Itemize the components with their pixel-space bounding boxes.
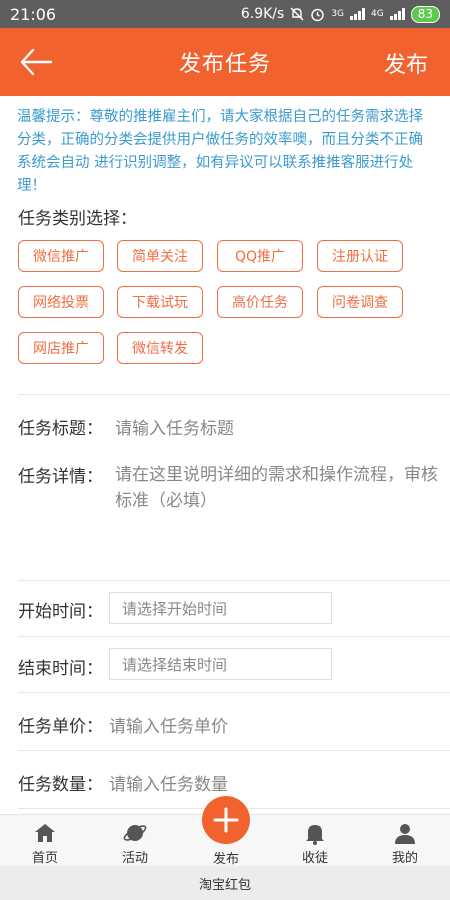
task-count-label: 任务数量： <box>18 775 103 795</box>
tab-home[interactable]: 首页 <box>0 815 90 867</box>
divider <box>18 750 450 751</box>
divider <box>18 692 450 693</box>
divider <box>18 580 450 581</box>
signal-3g-label: 3G <box>331 9 345 19</box>
signal-4g-label: 4G <box>371 9 384 19</box>
divider <box>18 394 450 395</box>
page-title: 发布任务 <box>178 52 271 77</box>
status-indicators: 6.9K/s 3G 4G 83 <box>240 5 440 23</box>
start-time-picker[interactable]: 请选择开始时间 <box>109 592 332 624</box>
publish-button[interactable]: 发布 <box>384 47 428 79</box>
category-chip[interactable]: 微信推广 <box>18 240 104 272</box>
category-label: 任务类别选择： <box>18 209 137 229</box>
category-chip[interactable]: 下载试玩 <box>117 286 203 318</box>
signal-4g-icon <box>389 8 405 20</box>
back-arrow-icon[interactable] <box>18 45 54 79</box>
status-time: 21:06 <box>10 4 57 24</box>
category-chip[interactable]: 注册认证 <box>317 240 403 272</box>
tab-activity-label: 活动 <box>121 851 148 866</box>
tab-mine[interactable]: 我的 <box>360 815 450 867</box>
tab-activity[interactable]: 活动 <box>90 815 180 867</box>
category-chip[interactable]: 网络投票 <box>18 286 104 318</box>
category-chip[interactable]: 简单关注 <box>117 240 203 272</box>
category-chip[interactable]: 问卷调查 <box>317 286 403 318</box>
unit-price-label: 任务单价： <box>18 717 103 737</box>
category-chip[interactable]: QQ推广 <box>217 240 303 272</box>
task-detail-label: 任务详情： <box>18 467 103 487</box>
category-chip[interactable]: 高价任务 <box>217 286 303 318</box>
task-title-label: 任务标题： <box>18 419 103 439</box>
task-title-input[interactable]: 请输入任务标题 <box>115 414 234 439</box>
category-chip[interactable]: 微信转发 <box>117 332 203 364</box>
tab-publish-label: 发布 <box>212 852 239 867</box>
bell-icon <box>306 825 324 845</box>
task-detail-input[interactable]: 请在这里说明详细的需求和操作流程，审核标准（必填） <box>115 462 445 514</box>
home-icon <box>35 824 55 842</box>
status-bar: 21:06 6.9K/s 3G 4G 83 <box>0 0 450 28</box>
publish-fab[interactable] <box>202 796 250 844</box>
alarm-clock-icon <box>311 8 325 21</box>
signal-3g-icon <box>350 8 366 20</box>
plus-icon <box>213 807 239 833</box>
end-time-picker[interactable]: 请选择结束时间 <box>109 648 332 680</box>
tab-apprentice-label: 收徒 <box>301 851 328 866</box>
network-speed: 6.9K/s <box>240 6 285 22</box>
user-icon <box>395 824 415 844</box>
end-time-label: 结束时间： <box>18 659 103 679</box>
start-time-label: 开始时间： <box>18 602 103 622</box>
battery-icon: 83 <box>410 5 440 23</box>
tab-apprentice[interactable]: 收徒 <box>270 815 360 867</box>
divider <box>18 636 450 637</box>
warm-tip: 温馨提示：尊敬的推推雇主们，请大家根据自己的任务需求选择分类，正确的分类会提供用… <box>17 109 423 194</box>
category-chip[interactable]: 网店推广 <box>18 332 104 364</box>
system-bar: 淘宝红包 <box>0 866 450 900</box>
task-count-input[interactable]: 请输入任务数量 <box>109 770 228 795</box>
tab-home-label: 首页 <box>31 851 58 866</box>
unit-price-input[interactable]: 请输入任务单价 <box>109 712 228 737</box>
mute-bell-icon <box>290 7 304 21</box>
app-bar: 发布任务 发布 <box>0 28 450 96</box>
tab-mine-label: 我的 <box>391 851 418 866</box>
planet-icon <box>123 825 147 841</box>
